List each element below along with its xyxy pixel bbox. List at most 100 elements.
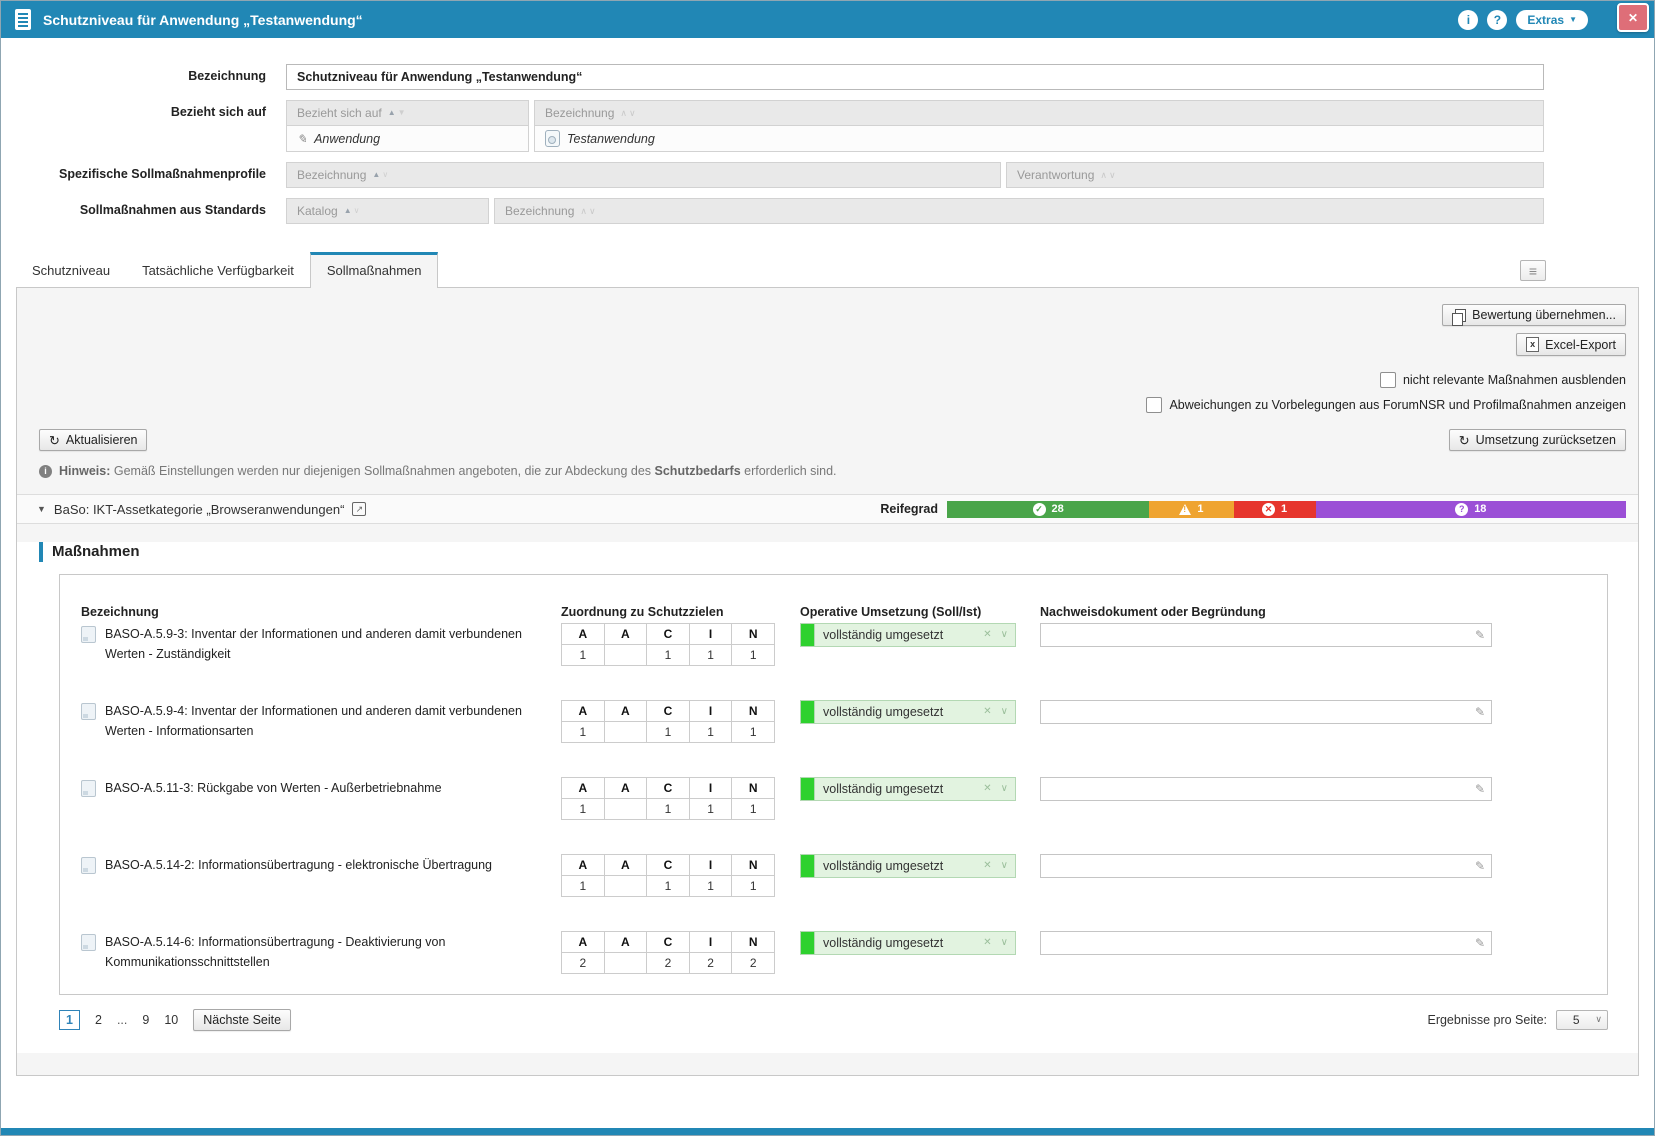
schutzziel-value-cell: 1 (562, 644, 605, 665)
schutzziel-value-cell (604, 798, 647, 819)
tab-sollmassnahmen[interactable]: Sollmaßnahmen (310, 252, 439, 288)
edit-icon[interactable]: ✎ (1475, 937, 1485, 949)
schutzziel-value-cell: 1 (647, 875, 690, 896)
page-button-2[interactable]: 2 (95, 1013, 102, 1027)
tab-menu-icon[interactable]: ≡ (1520, 260, 1546, 281)
form-area: Bezeichnung Bezieht sich auf Bezieht sic… (1, 38, 1654, 240)
tab-tatsaechliche-verfuegbarkeit[interactable]: Tatsächliche Verfügbarkeit (126, 254, 310, 287)
clear-icon[interactable]: ✕ (983, 860, 991, 871)
reset-icon: ↻ (1459, 434, 1470, 447)
schutzziel-header-cell: A (604, 623, 647, 644)
column-header-massnahme-bezeichnung: Bezeichnung (81, 605, 561, 619)
umsetzung-zuruecksetzen-button[interactable]: ↻ Umsetzung zurücksetzen (1449, 429, 1626, 451)
form-row-profile: Spezifische Sollmaßnahmenprofile Bezeich… (21, 162, 1544, 188)
check-icon: ✓ (1033, 503, 1046, 516)
reifegrad-label: Reifegrad (880, 502, 938, 516)
pencil-icon: ✎ (297, 132, 307, 146)
collapse-icon[interactable]: ▼ (37, 504, 46, 514)
schutzziel-header-cell: C (647, 700, 690, 721)
chevron-down-icon[interactable]: ∨ (1001, 706, 1008, 717)
nachweis-input[interactable] (1041, 778, 1475, 800)
page-button-10[interactable]: 10 (164, 1013, 178, 1027)
status-color-swatch (801, 778, 815, 800)
bewertung-uebernehmen-button[interactable]: Bewertung übernehmen... (1442, 304, 1626, 326)
chevron-down-icon[interactable]: ∨ (1001, 860, 1008, 871)
bezieht-sich-auf-name-cell[interactable]: Testanwendung (534, 126, 1544, 152)
column-header-profil-bezeichnung[interactable]: Bezeichnung ▲∨ (286, 162, 1001, 188)
column-header-standards-bezeichnung[interactable]: Bezeichnung ∧∨ (494, 198, 1544, 224)
window-footer-bar (1, 1128, 1654, 1135)
massnahme-row: BASO-A.5.9-4: Inventar der Informationen… (81, 700, 1587, 743)
clear-icon[interactable]: ✕ (983, 783, 991, 794)
nachweis-input[interactable] (1041, 932, 1475, 954)
schutzziel-header-cell: A (562, 623, 605, 644)
extras-button[interactable]: Extras ▼ (1516, 10, 1588, 30)
chevron-down-icon[interactable]: ∨ (1001, 629, 1008, 640)
chevron-down-icon[interactable]: ∨ (1001, 783, 1008, 794)
schutzziel-value-cell: 2 (647, 952, 690, 973)
extras-label: Extras (1527, 13, 1564, 27)
schutzziel-value-cell: 1 (647, 798, 690, 819)
bezeichnung-input[interactable] (286, 64, 1544, 90)
app-window: Schutzniveau für Anwendung „Testanwendun… (0, 0, 1655, 1136)
umsetzung-select[interactable]: vollständig umgesetzt ✕ ∨ (800, 777, 1016, 801)
show-deviations-checkbox[interactable] (1146, 397, 1162, 413)
column-header-bezeichnung[interactable]: Bezeichnung ∧∨ (534, 100, 1544, 126)
hinweis-note: i Hinweis: Gemäß Einstellungen werden nu… (17, 451, 1638, 488)
umsetzung-select[interactable]: vollständig umgesetzt ✕ ∨ (800, 623, 1016, 647)
nachweis-input[interactable] (1041, 701, 1475, 723)
umsetzung-select[interactable]: vollständig umgesetzt ✕ ∨ (800, 931, 1016, 955)
titlebar: Schutzniveau für Anwendung „Testanwendun… (1, 1, 1654, 38)
column-header-verantwortung[interactable]: Verantwortung ∧∨ (1006, 162, 1544, 188)
schutzziel-header-cell: A (562, 931, 605, 952)
help-icon[interactable]: ? (1487, 10, 1507, 30)
edit-icon[interactable]: ✎ (1475, 783, 1485, 795)
show-deviations-label: Abweichungen zu Vorbelegungen aus ForumN… (1169, 398, 1626, 412)
schutzziele-table: A A C I N 2 2 2 2 (561, 931, 775, 974)
status-color-swatch (801, 932, 815, 954)
bezieht-sich-auf-type-cell[interactable]: ✎ Anwendung (286, 126, 529, 152)
clear-icon[interactable]: ✕ (983, 629, 991, 640)
nachweis-input[interactable] (1041, 855, 1475, 877)
column-header-label: Bezieht sich auf (297, 106, 382, 120)
reifegrad-group: Reifegrad ✓ 28 ! 1 ✕ 1 ? (880, 501, 1626, 518)
sort-icon: ∧∨ (620, 109, 635, 118)
schutzziel-value-cell: 1 (689, 721, 732, 742)
umsetzung-select[interactable]: vollständig umgesetzt ✕ ∨ (800, 854, 1016, 878)
edit-icon[interactable]: ✎ (1475, 706, 1485, 718)
umsetzung-select[interactable]: vollständig umgesetzt ✕ ∨ (800, 700, 1016, 724)
column-header-bezieht-sich-auf[interactable]: Bezieht sich auf ▲▼ (286, 100, 529, 126)
hide-irrelevant-checkbox[interactable] (1380, 372, 1396, 388)
schutzziel-header-cell: I (689, 931, 732, 952)
page-button-9[interactable]: 9 (142, 1013, 149, 1027)
massnahme-row: BASO-A.5.11-3: Rückgabe von Werten - Auß… (81, 777, 1587, 820)
per-page-value: 5 (1557, 1013, 1595, 1027)
edit-icon[interactable]: ✎ (1475, 629, 1485, 641)
per-page-select[interactable]: 5 ∨ (1556, 1010, 1608, 1030)
schutzziele-table: A A C I N 1 1 1 1 (561, 700, 775, 743)
schutzziel-value-cell: 1 (647, 721, 690, 742)
copy-icon (1455, 309, 1466, 322)
schutzziel-value-cell: 1 (647, 644, 690, 665)
bezieht-sich-auf-name: Testanwendung (567, 132, 655, 146)
next-page-button[interactable]: Nächste Seite (193, 1009, 291, 1031)
excel-export-button[interactable]: x Excel-Export (1516, 333, 1626, 356)
schutzziel-value-cell: 2 (562, 952, 605, 973)
clear-icon[interactable]: ✕ (983, 937, 991, 948)
close-button[interactable]: ✕ (1617, 3, 1649, 32)
schutzziel-header-cell: A (604, 931, 647, 952)
clear-icon[interactable]: ✕ (983, 706, 991, 717)
page-button-1[interactable]: 1 (59, 1010, 80, 1030)
tab-schutzniveau[interactable]: Schutzniveau (16, 254, 126, 287)
edit-icon[interactable]: ✎ (1475, 860, 1485, 872)
schutzziel-value-cell: 1 (689, 644, 732, 665)
chevron-down-icon[interactable]: ∨ (1001, 937, 1008, 948)
column-header-katalog[interactable]: Katalog ▲∨ (286, 198, 489, 224)
aktualisieren-button[interactable]: ↻ Aktualisieren (39, 429, 147, 451)
schutzziel-header-cell: I (689, 777, 732, 798)
close-icon: ✕ (1628, 11, 1638, 25)
nachweis-input[interactable] (1041, 624, 1475, 646)
sort-icon: ▲∨ (344, 207, 360, 215)
external-link-icon[interactable]: ↗ (352, 502, 366, 516)
info-icon[interactable]: i (1458, 10, 1478, 30)
